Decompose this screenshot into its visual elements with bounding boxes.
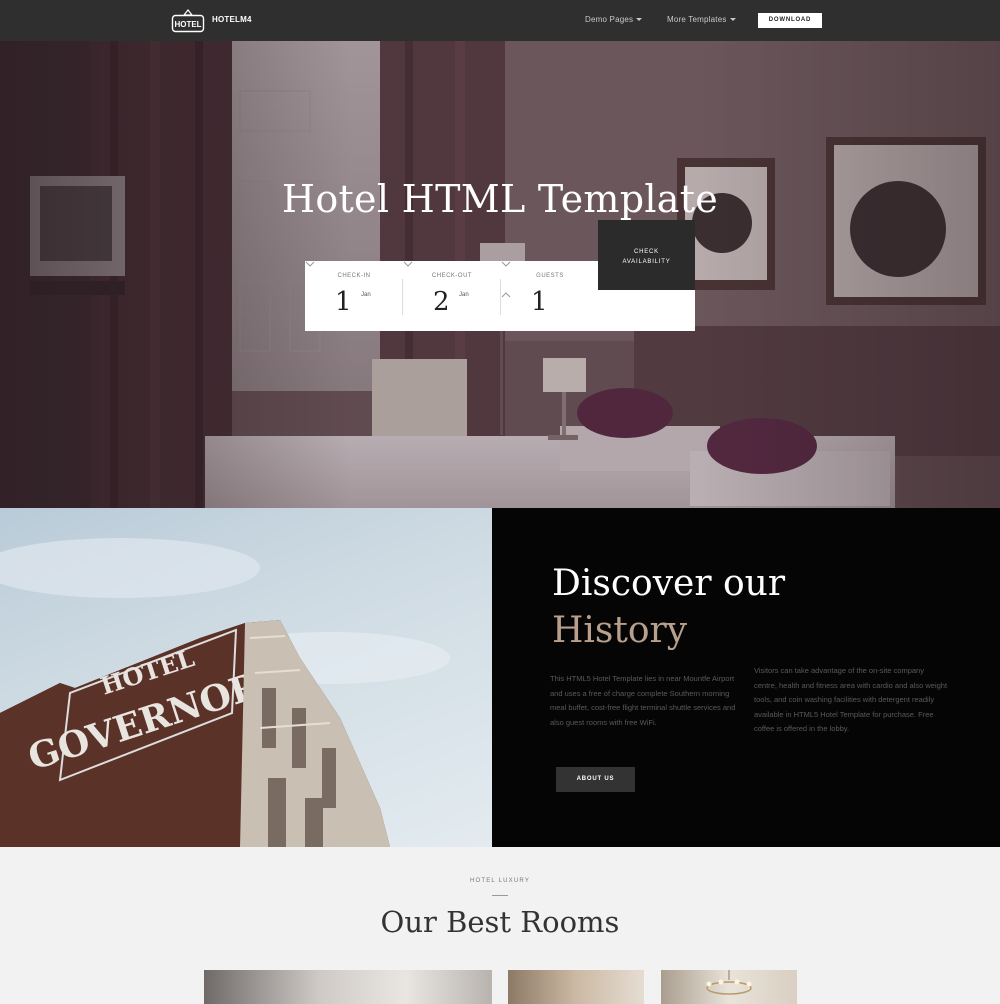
guests-label: GUESTS: [536, 273, 564, 279]
caret-down-icon: [729, 18, 736, 22]
chevron-up-icon[interactable]: [501, 292, 511, 298]
rooms-title: Our Best Rooms: [380, 905, 620, 939]
checkin-label: CHECK-IN: [337, 273, 371, 279]
guests-field[interactable]: GUESTS 1: [501, 261, 599, 331]
hero-section: Hotel HTML Template CHECK-IN 1 Jan CHECK…: [0, 41, 1000, 508]
nav-more-templates[interactable]: More Templates: [667, 15, 736, 24]
hotel-logo-icon[interactable]: HOTEL: [171, 9, 205, 33]
nav-demo-pages[interactable]: Demo Pages: [585, 15, 643, 24]
check-availability-button[interactable]: CHECK AVAILABILITY: [598, 220, 695, 290]
guests-count[interactable]: 1: [531, 287, 548, 317]
rooms-section: HOTEL LUXURY Our Best Rooms: [0, 847, 1000, 1004]
checkout-label: CHECK-OUT: [431, 273, 473, 279]
hero-title: Hotel HTML Template: [281, 177, 719, 221]
logo-badge-text: HOTEL: [174, 20, 201, 29]
nav-demo-pages-label: Demo Pages: [585, 15, 634, 24]
chandelier-icon: [706, 970, 752, 995]
download-button[interactable]: DOWNLOAD: [758, 13, 822, 28]
room-card-1[interactable]: [204, 970, 492, 1004]
chevron-down-icon[interactable]: [403, 261, 413, 267]
room-card-3[interactable]: [661, 970, 797, 1004]
room-card-2[interactable]: [508, 970, 644, 1004]
checkout-month: Jan: [459, 292, 469, 298]
hotel-governor-photo: HOTEL GOVERNOR: [0, 508, 492, 847]
nav-more-templates-label: More Templates: [667, 15, 727, 24]
checkout-field[interactable]: CHECK-OUT 2 Jan: [403, 261, 501, 331]
history-text-col1: This HTML5 Hotel Template lies in near M…: [550, 674, 736, 727]
history-title-line2: History: [552, 610, 688, 651]
checkin-month: Jan: [361, 292, 371, 298]
divider: [492, 895, 508, 896]
history-section: Discover our History This HTML5 Hotel Te…: [492, 508, 1000, 847]
checkin-field[interactable]: CHECK-IN 1 Jan: [305, 261, 403, 331]
rooms-kicker: HOTEL LUXURY: [469, 878, 531, 884]
chevron-down-icon[interactable]: [305, 261, 315, 267]
caret-down-icon: [636, 18, 643, 22]
brand-name[interactable]: HOTELM4: [212, 15, 252, 24]
top-navbar: HOTEL HOTELM4 Demo Pages More Templates …: [0, 0, 1000, 41]
history-text-col2: Visitors can take advantage of the on-si…: [754, 666, 948, 733]
history-title: Discover our History: [552, 560, 785, 654]
about-us-button[interactable]: ABOUT US: [556, 767, 635, 792]
checkout-day[interactable]: 2: [433, 287, 450, 317]
checkin-day[interactable]: 1: [335, 287, 352, 317]
history-title-line1: Discover our: [552, 563, 786, 604]
chevron-down-icon[interactable]: [501, 261, 511, 267]
hotel-building-image: HOTEL GOVERNOR: [0, 538, 450, 847]
